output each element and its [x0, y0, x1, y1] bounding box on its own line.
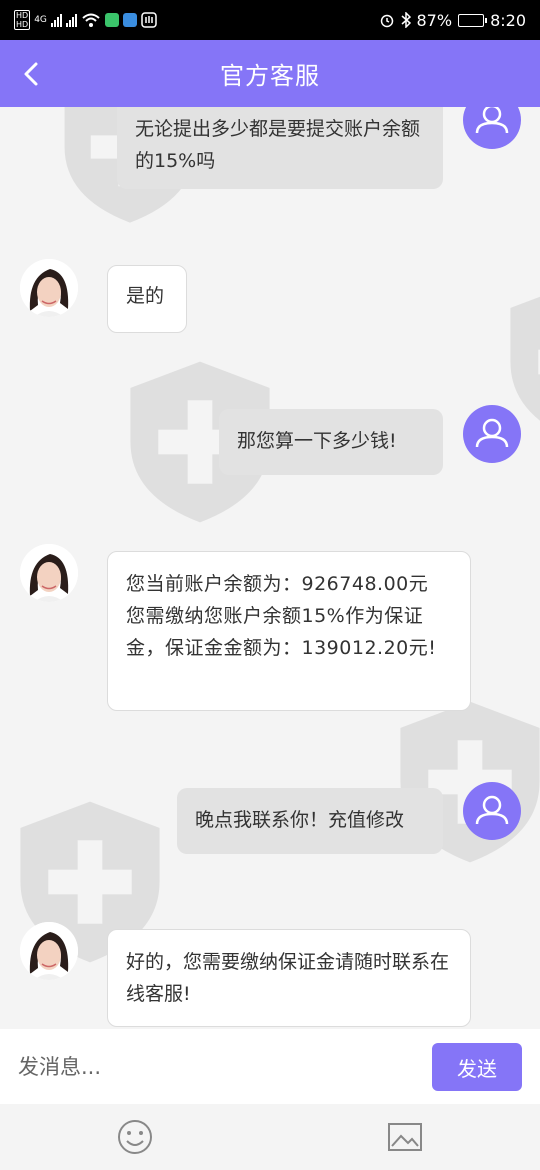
send-button[interactable]: 发送	[432, 1043, 522, 1091]
back-arrow-icon[interactable]	[18, 58, 46, 90]
composer-tools	[0, 1104, 540, 1170]
message-bubble-user: 晚点我联系你！充值修改	[177, 788, 443, 854]
message-bubble-user: 无论提出多少都是要提交账户余额的15%吗	[117, 107, 443, 189]
message-bubble-agent: 是的	[107, 265, 187, 333]
network-type: 4G	[34, 15, 47, 25]
user-avatar[interactable]	[463, 405, 521, 463]
bluetooth-icon	[401, 12, 411, 28]
agent-avatar[interactable]	[20, 922, 78, 980]
message-text: 是的	[126, 285, 165, 307]
message-bubble-agent: 您当前账户余额为：926748.00元 您需缴纳您账户余额15%作为保证金，保证…	[107, 551, 471, 711]
app-icon	[122, 13, 137, 27]
battery-percent: 87%	[416, 10, 453, 30]
agent-avatar[interactable]	[20, 544, 78, 602]
page-title: 官方客服	[220, 62, 320, 90]
wechat-icon	[104, 13, 119, 27]
message-text: 晚点我联系你！充值修改	[195, 809, 405, 831]
image-icon[interactable]	[386, 1118, 424, 1156]
composer-bar: 发送	[0, 1029, 540, 1104]
chat-area[interactable]: 无论提出多少都是要提交账户余额的15%吗 是的 那您算一下多少钱! 您当前账户余…	[0, 107, 540, 1029]
clock: 8:20	[490, 10, 526, 30]
hd-badge: HD HD	[14, 10, 31, 30]
signal-icon	[50, 13, 62, 27]
message-input[interactable]	[0, 1029, 420, 1104]
message-bubble-agent: 好的，您需要缴纳保证金请随时联系在线客服!	[107, 929, 471, 1027]
hand-icon	[141, 12, 157, 28]
message-text: 那您算一下多少钱!	[237, 430, 397, 452]
message-text: 您当前账户余额为：926748.00元 您需缴纳您账户余额15%作为保证金，保证…	[126, 573, 437, 659]
app-header: 官方客服	[0, 40, 540, 107]
user-avatar[interactable]	[463, 782, 521, 840]
battery-icon	[458, 13, 488, 27]
signal-icon-2	[65, 13, 77, 27]
smiley-icon[interactable]	[116, 1118, 154, 1156]
message-bubble-user: 那您算一下多少钱!	[219, 409, 443, 475]
message-text: 好的，您需要缴纳保证金请随时联系在线客服!	[126, 951, 450, 1005]
status-bar: HD HD 4G 87% 8:20	[0, 0, 540, 40]
wifi-icon	[82, 13, 100, 27]
alarm-icon	[380, 14, 393, 28]
message-text: 无论提出多少都是要提交账户余额的15%吗	[135, 118, 421, 172]
agent-avatar[interactable]	[20, 259, 78, 317]
user-avatar[interactable]	[463, 107, 521, 149]
